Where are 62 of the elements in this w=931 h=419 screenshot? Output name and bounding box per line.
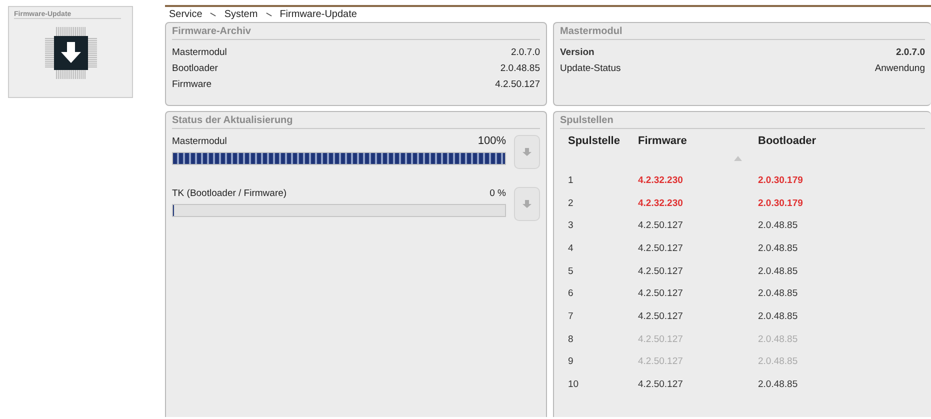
breadcrumb-separator-icon [266,12,272,16]
table-cell-text: 10 [568,379,580,390]
chip-download-icon [42,25,98,81]
panel-title: Firmware-Archiv [172,26,540,40]
table-cell-text: 4.2.50.127 [638,379,684,390]
table-cell-text: 9 [568,356,574,368]
table-cell-text: 4.2.50.127 [638,356,684,368]
panel-title: Spulstellen [560,115,925,129]
progress-reading: 100% [478,135,506,147]
table-cell-text: 2.0.48.85 [758,334,799,345]
table-cell-text: 4 [568,242,574,254]
table-cell-text: 4.2.50.127 [638,310,684,322]
table-cell-text: 8 [568,334,574,345]
field-label: Version [560,46,594,58]
table-cell-text: 2 [568,198,574,209]
table-cell-text: 2.0.48.85 [758,379,799,390]
table-cell-text: 2.0.48.85 [758,242,799,254]
table-cell-text: 4.2.50.127 [638,334,684,345]
table-cell-text: 2.0.30.179 [758,198,804,209]
field-value: 2.0.7.0 [510,46,540,58]
column-header[interactable]: Spulstelle [568,135,638,147]
field-value: Anwendung [874,62,925,74]
field-label: Update-Status [560,62,621,74]
breadcrumb-item[interactable]: Firmware-Update [280,9,357,20]
field-label: Bootloader [172,62,218,74]
table-cell-text: 4.2.50.127 [638,288,684,300]
breadcrumb-item[interactable]: Service [169,9,202,20]
panel-title: Status der Aktualisierung [172,115,540,129]
field-label: Firmware [172,78,212,90]
field-label: Mastermodul [172,46,227,58]
table-cell-text: 5 [568,266,574,277]
table-cell-text: 1 [568,174,574,186]
download-arrow-icon [522,199,532,209]
table-cell-text: 4.2.50.127 [638,242,684,254]
table-cell-text: 4.2.32.230 [638,198,684,209]
table-cell-text: 2.0.48.85 [758,288,799,300]
table-cell-text: 4.2.50.127 [638,220,684,232]
table-cell-text: 2.0.48.85 [758,356,799,368]
download-button[interactable] [514,187,540,221]
column-header[interactable]: Bootloader [758,135,925,147]
field-value: 2.0.7.0 [896,46,925,58]
table-cell-text: 7 [568,310,574,322]
download-button[interactable] [514,135,540,169]
table-cell-text: 6 [568,288,574,300]
table-cell-text: 4.2.32.230 [638,174,684,186]
table-cell-text: 4.2.50.127 [638,266,684,277]
panel-title: Mastermodul [560,26,925,40]
table-cell-text: 3 [568,220,574,232]
progress-label: Mastermodul [172,136,227,146]
progress-reading: 0 % [490,188,506,198]
breadcrumb-item[interactable]: System [224,9,258,20]
field-value: 4.2.50.127 [495,78,540,90]
table-cell-text: 2.0.48.85 [758,310,799,322]
breadcrumb-separator-icon [210,12,216,16]
progress-label: TK (Bootloader / Firmware) [172,188,287,198]
sort-arrow-icon [734,156,742,160]
column-header[interactable]: Firmware [638,135,758,147]
download-arrow-icon [522,147,532,157]
field-value: 2.0.48.85 [500,62,540,74]
table-cell-text: 2.0.30.179 [758,174,804,186]
table-cell-text: 2.0.48.85 [758,266,799,277]
table-cell-text: 2.0.48.85 [758,220,799,232]
